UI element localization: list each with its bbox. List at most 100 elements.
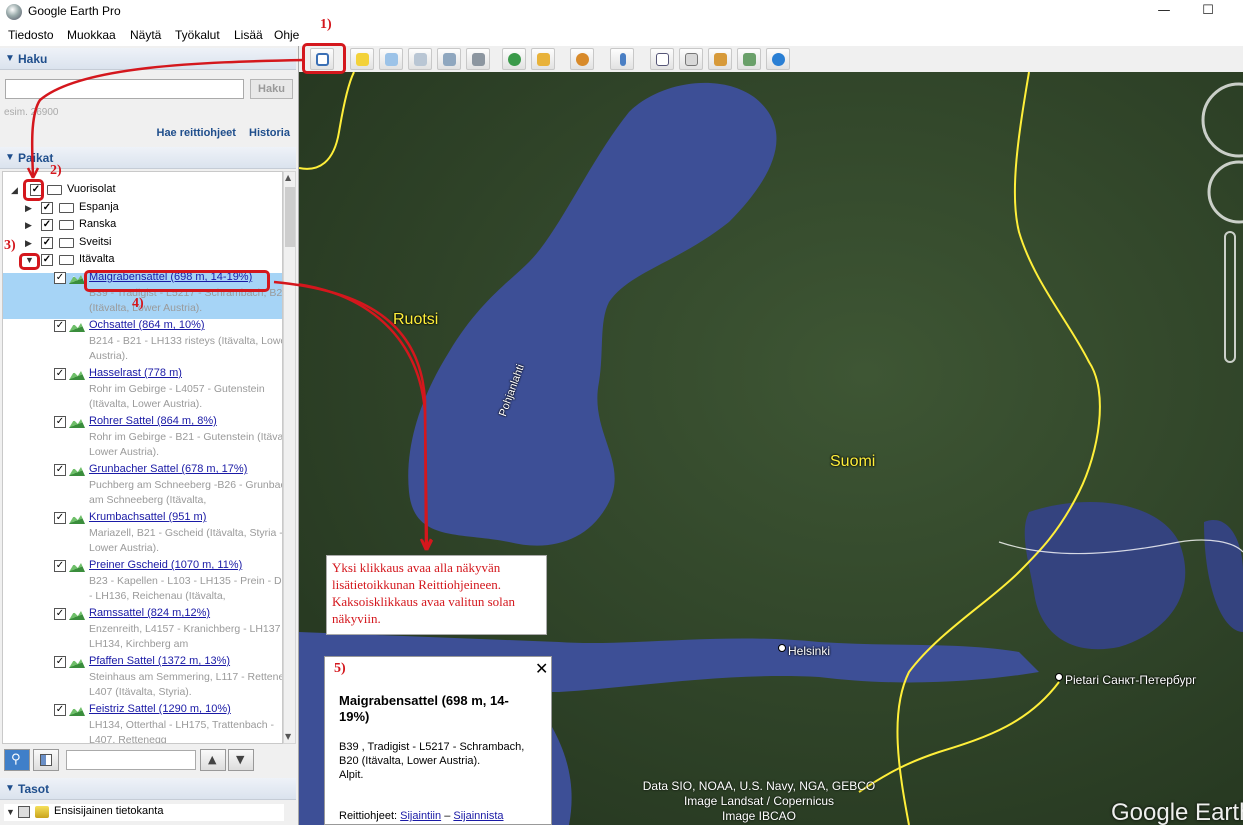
save-image-button[interactable] xyxy=(708,48,732,70)
checkbox[interactable]: ✓ xyxy=(54,416,66,428)
title-bar: Google Earth Pro — ☐ xyxy=(0,0,1243,24)
scroll-up-icon[interactable]: ▲ xyxy=(285,173,291,182)
menu-ohje[interactable]: Ohje xyxy=(274,28,299,42)
menu-lisaa[interactable]: Lisää xyxy=(234,28,263,42)
tree-node-label: Vuorisolat xyxy=(67,183,116,195)
placemark-description: LH134, Otterthal - LH175, Trattenbach - … xyxy=(89,719,275,744)
collapse-icon: ▼ xyxy=(5,783,15,794)
tree-node-espanja[interactable]: ▶ ✓ Espanja xyxy=(23,200,263,217)
tree-node-vuorisolat[interactable]: ◢ ✓ Vuorisolat xyxy=(11,182,271,199)
checkbox[interactable]: ✓ xyxy=(54,608,66,620)
checkbox[interactable]: ✓ xyxy=(54,656,66,668)
placemark-item[interactable]: ✓ Ochsattel (864 m, 10%) B214 - B21 - LH… xyxy=(54,318,282,366)
checkbox[interactable]: ✓ xyxy=(54,512,66,524)
placemark-title[interactable]: Krumbachsattel (951 m) xyxy=(89,511,206,523)
maximize-button[interactable]: ☐ xyxy=(1193,1,1223,21)
city-marker-icon xyxy=(778,644,786,652)
camera-icon xyxy=(472,53,485,66)
placemark-item[interactable]: ✓ Ramssattel (824 m,12%) Enzenreith, L41… xyxy=(54,606,282,654)
checkbox[interactable]: ✓ xyxy=(41,237,53,249)
directions-from-link[interactable]: Sijainnista xyxy=(453,810,503,822)
placemark-item[interactable]: ✓ Preiner Gscheid (1070 m, 11%) B23 - Ka… xyxy=(54,558,282,606)
checkbox[interactable]: ✓ xyxy=(41,219,53,231)
search-input[interactable] xyxy=(5,79,244,99)
placemark-title[interactable]: Grunbacher Sattel (678 m, 17%) xyxy=(89,463,247,475)
earth-gallery-button[interactable] xyxy=(766,48,790,70)
move-down-button[interactable]: ▼ xyxy=(228,749,254,771)
menu-nayta[interactable]: Näytä xyxy=(130,28,161,42)
checkbox[interactable]: ✓ xyxy=(54,320,66,332)
move-up-button[interactable]: ▲ xyxy=(200,749,226,771)
placemark-title[interactable]: Ochsattel (864 m, 10%) xyxy=(89,319,205,331)
scroll-thumb[interactable] xyxy=(285,187,295,247)
balloon-alpit-text: Alpit. xyxy=(339,769,364,781)
sunlight-button[interactable] xyxy=(531,48,555,70)
expand-icon[interactable]: ▶ xyxy=(25,220,32,231)
placemark-item[interactable]: ✓ Feistriz Sattel (1290 m, 10%) LH134, O… xyxy=(54,702,282,744)
places-scrollbar[interactable]: ▲ ▼ xyxy=(283,171,296,744)
search-section-header[interactable]: ▼ Haku xyxy=(0,48,296,70)
checkbox[interactable]: ✓ xyxy=(54,464,66,476)
planets-button[interactable] xyxy=(570,48,594,70)
checkbox[interactable]: ✓ xyxy=(41,202,53,214)
checkbox[interactable]: ✓ xyxy=(54,704,66,716)
historical-imagery-button[interactable] xyxy=(502,48,526,70)
add-placemark-button[interactable] xyxy=(350,48,374,70)
email-button[interactable] xyxy=(650,48,674,70)
placemark-title[interactable]: Ramssattel (824 m,12%) xyxy=(89,607,210,619)
close-icon[interactable]: ✕ xyxy=(535,659,548,679)
expand-icon[interactable]: ▶ xyxy=(25,238,32,249)
tree-node-ranska[interactable]: ▶ ✓ Ranska xyxy=(23,217,263,234)
menu-tiedosto[interactable]: Tiedosto xyxy=(8,28,54,42)
directions-to-link[interactable]: Sijaintiin xyxy=(400,810,441,822)
map-label-helsinki: Helsinki xyxy=(788,644,831,658)
ruler-button[interactable] xyxy=(610,48,634,70)
view-in-maps-button[interactable] xyxy=(737,48,761,70)
places-filter-input[interactable] xyxy=(66,750,196,770)
checkbox[interactable]: ✓ xyxy=(41,254,53,266)
search-places-button[interactable]: ⚲ xyxy=(4,749,30,771)
layers-section-header[interactable]: ▼ Tasot xyxy=(0,778,296,800)
tree-node-sveitsi[interactable]: ▶ ✓ Sveitsi xyxy=(23,235,263,252)
placemark-description: B214 - B21 - LH133 risteys (Itävalta, Lo… xyxy=(89,335,283,362)
layer-primary-database[interactable]: ▼ Ensisijainen tietokanta xyxy=(4,804,284,821)
menu-muokkaa[interactable]: Muokkaa xyxy=(67,28,116,42)
checkbox[interactable]: ✓ xyxy=(54,272,66,284)
toggle-panel-button[interactable] xyxy=(33,749,59,771)
placemark-title[interactable]: Rohrer Sattel (864 m, 8%) xyxy=(89,415,217,427)
menu-tyokalut[interactable]: Työkalut xyxy=(175,28,220,42)
search-button[interactable]: Haku xyxy=(250,79,293,99)
add-polygon-button[interactable] xyxy=(379,48,403,70)
printer-icon xyxy=(685,53,698,66)
placemark-title[interactable]: Preiner Gscheid (1070 m, 11%) xyxy=(89,559,242,571)
window-title: Google Earth Pro xyxy=(28,4,121,18)
placemark-item[interactable]: ✓ Pfaffen Sattel (1372 m, 13%) Steinhaus… xyxy=(54,654,282,702)
placemark-title[interactable]: Pfaffen Sattel (1372 m, 13%) xyxy=(89,655,230,667)
checkbox[interactable] xyxy=(18,806,30,818)
arrow-up-icon: ▲ xyxy=(208,753,217,766)
add-path-button[interactable] xyxy=(408,48,432,70)
placemark-item[interactable]: ✓ Hasselrast (778 m) Rohr im Gebirge - L… xyxy=(54,366,282,414)
placemark-item[interactable]: ✓ Grunbacher Sattel (678 m, 17%) Puchber… xyxy=(54,462,282,510)
credit-line: Data SIO, NOAA, U.S. Navy, NGA, GEBCO xyxy=(642,779,876,793)
history-link[interactable]: Historia xyxy=(249,127,290,139)
placemark-item[interactable]: ✓ Krumbachsattel (951 m) Mariazell, B21 … xyxy=(54,510,282,558)
sun-icon xyxy=(537,53,550,66)
expand-icon[interactable]: ▶ xyxy=(25,203,32,214)
tree-node-itavalta[interactable]: ▼ ✓ Itävalta xyxy=(23,252,263,269)
placemark-title[interactable]: Feistriz Sattel (1290 m, 10%) xyxy=(89,703,231,715)
placemark-item[interactable]: ✓ Rohrer Sattel (864 m, 8%) Rohr im Gebi… xyxy=(54,414,282,462)
minimize-button[interactable]: — xyxy=(1149,1,1179,21)
places-section-header[interactable]: ▼ Paikat xyxy=(0,147,296,169)
expand-icon[interactable]: ◢ xyxy=(11,185,18,196)
checkbox[interactable]: ✓ xyxy=(54,368,66,380)
record-tour-button[interactable] xyxy=(466,48,490,70)
scroll-down-icon[interactable]: ▼ xyxy=(285,732,291,741)
print-button[interactable] xyxy=(679,48,703,70)
placemark-title[interactable]: Hasselrast (778 m) xyxy=(89,367,182,379)
checkbox[interactable]: ✓ xyxy=(54,560,66,572)
add-overlay-button[interactable] xyxy=(437,48,461,70)
directions-link[interactable]: Hae reittiohjeet xyxy=(157,127,236,139)
expand-icon[interactable]: ▼ xyxy=(6,807,15,817)
map-icon xyxy=(743,53,756,66)
